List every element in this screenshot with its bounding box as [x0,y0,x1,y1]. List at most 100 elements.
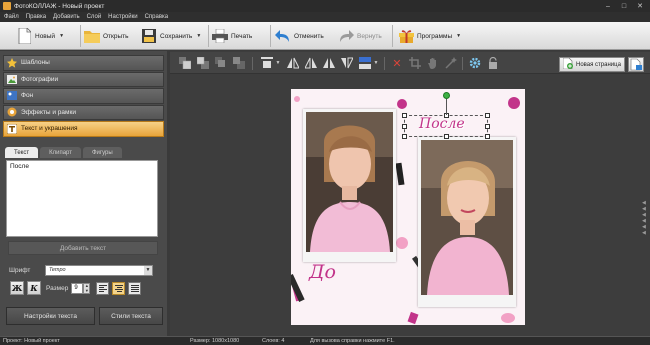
after-photo-frame[interactable] [418,137,516,307]
resize-handle[interactable] [444,134,449,139]
collage-canvas[interactable]: До После [291,89,525,325]
flip-right-icon[interactable] [304,56,318,70]
flip-horizontal-icon[interactable] [322,56,336,70]
redo-label: Вернуть [357,32,382,40]
menu-layer[interactable]: Слой [87,14,102,20]
size-stepper[interactable]: ▲ ▼ [83,282,91,294]
category-effects[interactable]: Эффекты и рамки [3,104,164,120]
menu-settings[interactable]: Настройки [108,14,137,20]
open-button[interactable]: Открыть [84,26,129,46]
decor-dot [397,99,407,109]
canvas-text-before[interactable]: До [309,261,336,283]
align-dropdown-icon[interactable]: ▼ [274,56,282,70]
rotation-handle[interactable] [443,92,450,99]
status-bar: Проект: Новый проект Размер: 1080x1080 С… [0,336,650,345]
new-button[interactable]: Новый ▼ [16,26,64,46]
tab-shapes[interactable]: Фигуры [83,147,122,158]
size-input[interactable]: 9 [71,282,84,294]
gear-icon[interactable] [468,56,482,70]
add-page-icon [562,57,573,71]
send-to-back-icon[interactable] [232,56,246,70]
programs-button[interactable]: Программы ▼ [398,26,461,46]
distribute-icon[interactable] [358,56,372,70]
menu-help[interactable]: Справка [145,14,169,20]
window-title: ФотоКОЛЛАЖ - Новый проект [14,2,105,10]
resize-handle[interactable] [485,124,490,129]
status-layers: Слоев: 4 [262,338,285,344]
menu-file[interactable]: Файл [4,14,19,20]
resize-handle[interactable] [485,134,490,139]
save-button[interactable]: Сохранить ▼ [141,26,201,46]
app-window: ФотоКОЛЛАЖ - Новый проект – □ ✕ Файл Пра… [0,0,650,345]
redo-button[interactable]: Вернуть [338,26,382,46]
align-left-button[interactable] [96,281,110,295]
resize-handle[interactable] [402,113,407,118]
category-text-decorations[interactable]: Текст и украшения [3,121,164,137]
text-styles-button[interactable]: Стили текста [99,307,163,325]
save-dropdown-icon[interactable]: ▼ [196,33,201,39]
bring-to-front-icon[interactable] [196,56,210,70]
align-objects-icon[interactable] [260,56,274,70]
status-hint: Для вызова справки нажмите F1. [310,338,395,344]
minimize-icon[interactable]: – [600,0,616,12]
print-button[interactable]: Печать [212,26,252,46]
undo-button[interactable]: Отменить [275,26,324,46]
flip-left-icon[interactable] [286,56,300,70]
main-toolbar: Новый ▼ Открыть Сохранить ▼ Печать Отмен… [0,22,650,50]
canvas-text-after[interactable]: После [419,116,465,132]
category-templates[interactable]: Шаблоны [3,55,164,71]
align-justify-button[interactable] [128,281,142,295]
category-photos[interactable]: Фотографии [3,71,164,87]
resize-handle[interactable] [485,113,490,118]
add-text-button[interactable]: Добавить текст [8,241,158,255]
undo-label: Отменить [294,32,324,40]
font-label: Шрифт [9,266,31,274]
tab-text[interactable]: Текст [5,147,39,158]
window-controls: – □ ✕ [600,0,648,12]
rotation-line [446,97,447,115]
text-settings-button[interactable]: Настройки текста [6,307,95,325]
resize-handle[interactable] [402,124,407,129]
scroll-arrows: ◀ ◀ ◀ ◀ ◀ ◀ [642,200,648,236]
category-background[interactable]: Фон [3,88,164,104]
italic-button[interactable]: К [27,281,41,295]
redo-arrow-icon [338,28,354,44]
toolbar-separator [384,57,385,70]
folder-icon [84,28,100,44]
tab-clipart[interactable]: Клипарт [40,147,81,158]
maximize-icon[interactable]: □ [616,0,632,12]
resize-handle[interactable] [402,134,407,139]
hand-icon[interactable] [426,56,440,70]
new-label: Новый [35,32,56,40]
bring-forward-icon[interactable] [178,56,192,70]
font-select[interactable]: Tempo ▼ [45,264,153,276]
menu-edit[interactable]: Правка [26,14,46,20]
bold-button[interactable]: Ж [10,281,24,295]
magic-wand-icon[interactable] [444,56,458,70]
text-icon [7,123,17,134]
page-settings-button[interactable] [628,57,644,72]
new-dropdown-icon[interactable]: ▼ [59,33,64,39]
new-page-label: Новая страница [576,61,621,68]
delete-icon[interactable]: ✕ [390,56,404,70]
selection-box[interactable]: После [402,113,490,139]
flip-vertical-icon[interactable] [340,56,354,70]
distribute-dropdown-icon[interactable]: ▼ [372,56,380,70]
new-page-button[interactable]: Новая страница [559,57,625,72]
page-settings-icon [630,58,642,71]
category-templates-label: Шаблоны [21,59,50,67]
programs-dropdown-icon[interactable]: ▼ [456,33,461,39]
chevron-icon[interactable]: ◀ [642,230,648,236]
size-label: Размер [46,284,69,292]
menu-add[interactable]: Добавить [53,14,80,20]
lock-icon[interactable] [486,56,500,70]
send-backward-icon[interactable] [214,56,228,70]
align-center-button[interactable] [112,281,126,295]
close-icon[interactable]: ✕ [632,0,648,12]
before-photo-frame[interactable] [303,109,396,262]
open-label: Открыть [103,32,129,40]
crop-icon[interactable] [408,56,422,70]
background-icon [7,91,17,101]
text-input[interactable]: После [6,160,158,237]
chevron-down-icon[interactable]: ▼ [144,265,152,275]
